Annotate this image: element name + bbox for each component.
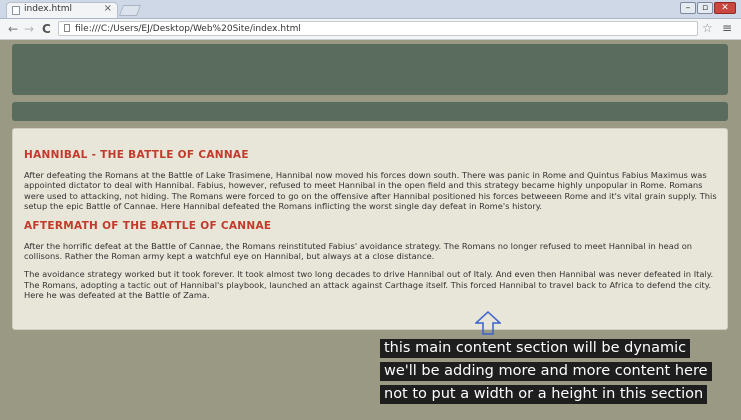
caption-line: not to put a width or a height in this s… [380, 385, 708, 404]
minimize-button[interactable]: – [680, 2, 696, 14]
section-heading: HANNIBAL - THE BATTLE OF CANNAE [24, 149, 249, 161]
main-content: HANNIBAL - THE BATTLE OF CANNAE After de… [12, 128, 728, 330]
caption-line: this main content section will be dynami… [380, 339, 691, 358]
title-bar: index.html × – ▫ ✕ [0, 0, 741, 19]
section-paragraph: The avoidance strategy worked but it too… [24, 269, 714, 301]
page-icon [12, 6, 20, 15]
new-tab-button[interactable] [118, 5, 142, 16]
reload-icon[interactable]: C [42, 22, 51, 36]
section-heading: AFTERMATH OF THE BATTLE OF CANNAE [24, 219, 272, 232]
browser-toolbar: ← → C ☆ ≡ [0, 19, 741, 40]
back-arrow-icon[interactable]: ← [8, 22, 18, 36]
site-nav [12, 102, 728, 121]
document-icon [64, 24, 70, 32]
url-input[interactable] [75, 22, 675, 35]
browser-tab[interactable]: index.html × [6, 2, 118, 18]
tab-close-icon[interactable]: × [104, 3, 112, 14]
menu-icon[interactable]: ≡ [722, 21, 732, 35]
address-bar[interactable] [58, 21, 698, 36]
section-paragraph: After defeating the Romans at the Battle… [24, 170, 717, 212]
site-header [12, 44, 728, 95]
caption-line: we'll be adding more and more content he… [380, 362, 712, 381]
close-window-button[interactable]: ✕ [714, 2, 736, 14]
tab-title: index.html [24, 4, 72, 14]
up-arrow-icon [475, 311, 501, 335]
maximize-button[interactable]: ▫ [697, 2, 713, 14]
star-icon[interactable]: ☆ [702, 21, 713, 35]
forward-arrow-icon[interactable]: → [24, 22, 34, 36]
section-paragraph: After the horrific defeat at the Battle … [24, 240, 693, 262]
video-caption: this main content section will be dynami… [380, 337, 712, 406]
